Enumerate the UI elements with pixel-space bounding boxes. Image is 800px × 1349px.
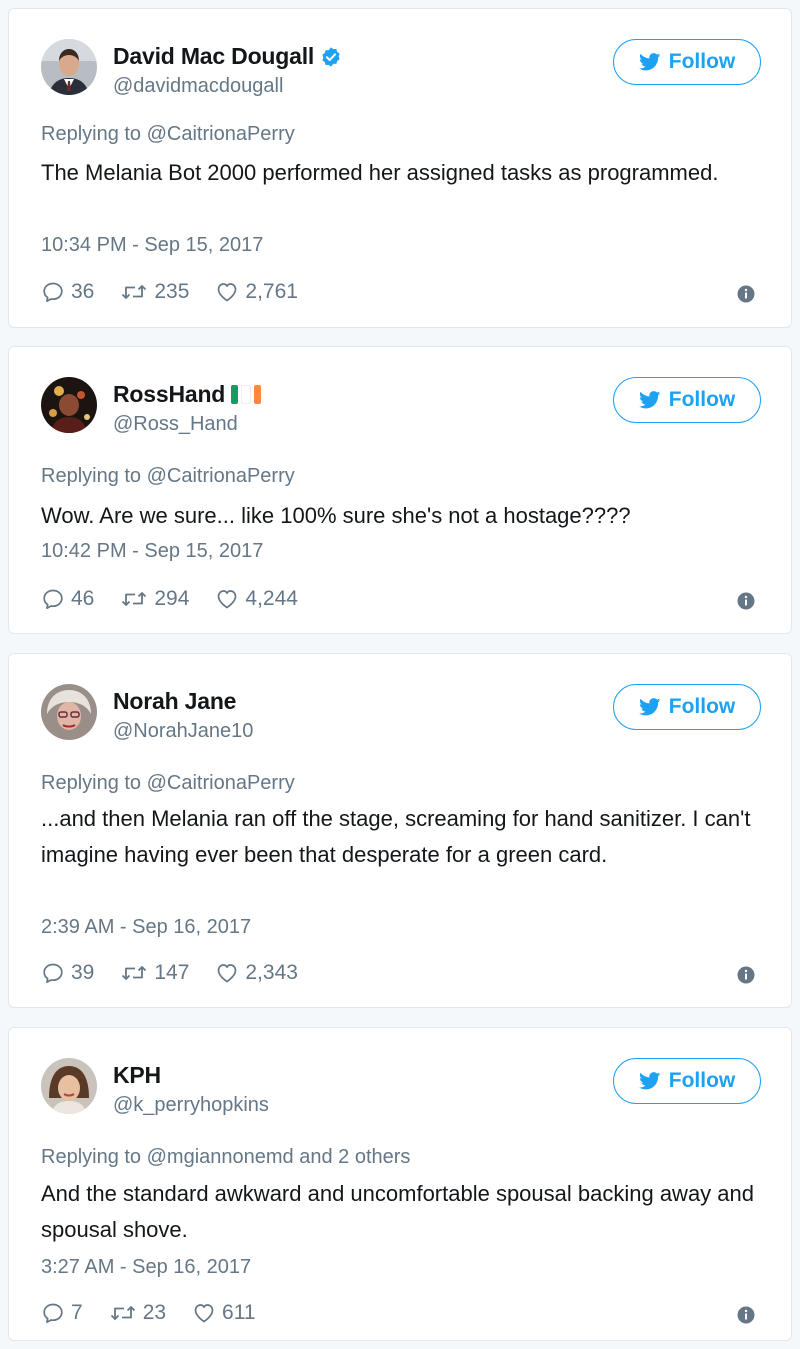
twitter-bird-icon — [639, 391, 661, 409]
tweet-card: RossHand @Ross_Hand Follow Replying to @… — [8, 346, 792, 634]
like-action[interactable]: 611 — [192, 1301, 256, 1325]
follow-label: Follow — [668, 695, 736, 718]
timestamp[interactable]: 3:27 AM - Sep 16, 2017 — [41, 1256, 251, 1279]
tweet-text: And the standard awkward and uncomfortab… — [41, 1181, 755, 1242]
reply-count: 46 — [71, 587, 95, 610]
verified-badge-icon — [322, 46, 340, 67]
info-icon[interactable] — [737, 285, 755, 303]
retweet-action[interactable]: 235 — [120, 280, 189, 304]
timestamp[interactable]: 2:39 AM - Sep 16, 2017 — [41, 916, 251, 939]
like-count: 2,343 — [245, 961, 298, 984]
tweet-actions: 7 23 611 — [41, 1301, 282, 1325]
replying-to[interactable]: Replying to @CaitrionaPerry — [41, 123, 295, 146]
info-icon[interactable] — [737, 592, 755, 610]
follow-label: Follow — [668, 50, 736, 73]
tweet-card: KPH @k_perryhopkins Follow Replying to @… — [8, 1027, 792, 1341]
tweet-card: David Mac Dougall @davidmacdougall Follo… — [8, 8, 792, 328]
reply-icon — [41, 587, 65, 611]
reply-action[interactable]: 39 — [41, 961, 94, 985]
follow-button[interactable]: Follow — [613, 1058, 761, 1104]
username[interactable]: @NorahJane10 — [113, 720, 253, 743]
reply-count: 39 — [71, 961, 95, 984]
username[interactable]: @Ross_Hand — [113, 413, 238, 436]
retweet-action[interactable]: 294 — [120, 587, 189, 611]
display-name[interactable]: Norah Jane — [113, 688, 236, 715]
like-action[interactable]: 2,343 — [215, 961, 298, 985]
retweet-icon — [120, 587, 148, 611]
twitter-bird-icon — [639, 698, 661, 716]
follow-label: Follow — [668, 388, 736, 411]
twitter-bird-icon — [639, 53, 661, 71]
tweet-text: The Melania Bot 2000 performed her assig… — [41, 160, 719, 185]
info-icon[interactable] — [737, 1306, 755, 1324]
follow-label: Follow — [668, 1069, 736, 1092]
like-action[interactable]: 4,244 — [215, 587, 298, 611]
replying-to[interactable]: Replying to @mgiannonemd and 2 others — [41, 1146, 410, 1169]
like-count: 2,761 — [245, 280, 298, 303]
display-name[interactable]: David Mac Dougall — [113, 43, 314, 70]
username[interactable]: @davidmacdougall — [113, 75, 283, 98]
reply-icon — [41, 280, 65, 304]
like-count: 4,244 — [245, 587, 298, 610]
heart-icon — [215, 587, 239, 611]
info-icon[interactable] — [737, 966, 755, 984]
avatar[interactable] — [41, 1058, 97, 1114]
heart-icon — [215, 280, 239, 304]
heart-icon — [215, 961, 239, 985]
reply-action[interactable]: 7 — [41, 1301, 83, 1325]
retweet-action[interactable]: 23 — [109, 1301, 166, 1325]
twitter-bird-icon — [639, 1072, 661, 1090]
tweet-actions: 36 235 2,761 — [41, 280, 324, 304]
reply-action[interactable]: 46 — [41, 587, 94, 611]
retweet-count: 23 — [142, 1301, 167, 1324]
reply-count: 7 — [71, 1301, 83, 1324]
tweet-text: ...and then Melania ran off the stage, s… — [41, 806, 751, 867]
timestamp[interactable]: 10:42 PM - Sep 15, 2017 — [41, 540, 263, 563]
like-count: 611 — [222, 1301, 256, 1324]
retweet-count: 235 — [154, 280, 190, 303]
tweet-text: Wow. Are we sure... like 100% sure she's… — [41, 503, 631, 528]
tweet-actions: 46 294 4,244 — [41, 587, 324, 611]
ireland-flag-icon — [231, 385, 262, 404]
follow-button[interactable]: Follow — [613, 684, 761, 730]
display-name[interactable]: KPH — [113, 1062, 161, 1089]
reply-action[interactable]: 36 — [41, 280, 94, 304]
reply-icon — [41, 961, 65, 985]
avatar[interactable] — [41, 39, 97, 95]
heart-icon — [192, 1301, 216, 1325]
retweet-icon — [120, 280, 148, 304]
username[interactable]: @k_perryhopkins — [113, 1094, 269, 1117]
replying-to[interactable]: Replying to @CaitrionaPerry — [41, 465, 295, 488]
retweet-count: 294 — [154, 587, 190, 610]
display-name[interactable]: RossHand — [113, 381, 225, 408]
avatar[interactable] — [41, 377, 97, 433]
reply-count: 36 — [71, 280, 95, 303]
timestamp[interactable]: 10:34 PM - Sep 15, 2017 — [41, 234, 263, 257]
avatar[interactable] — [41, 684, 97, 740]
like-action[interactable]: 2,761 — [215, 280, 298, 304]
retweet-count: 147 — [154, 961, 190, 984]
follow-button[interactable]: Follow — [613, 39, 761, 85]
retweet-icon — [120, 961, 148, 985]
tweet-actions: 39 147 2,343 — [41, 961, 324, 985]
retweet-icon — [109, 1301, 137, 1325]
follow-button[interactable]: Follow — [613, 377, 761, 423]
replying-to[interactable]: Replying to @CaitrionaPerry — [41, 772, 295, 795]
reply-icon — [41, 1301, 65, 1325]
retweet-action[interactable]: 147 — [120, 961, 189, 985]
tweet-card: Norah Jane @NorahJane10 Follow Replying … — [8, 653, 792, 1008]
